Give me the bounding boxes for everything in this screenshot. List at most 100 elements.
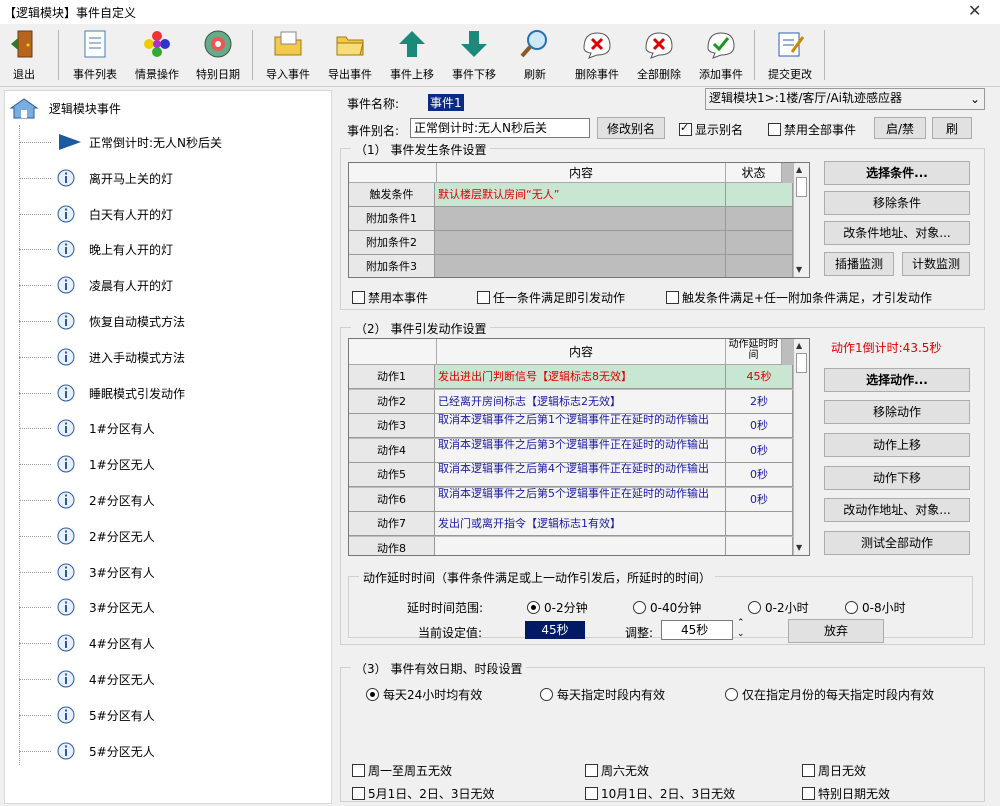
delete-event-button[interactable]: 删除事件 [565,28,629,84]
action-row-label[interactable]: 动作6 [349,487,435,512]
action-row-label[interactable]: 动作2 [349,389,435,414]
action-delay-cell[interactable]: 0秒 [726,463,793,487]
scene-operation-button[interactable]: 情景操作 [125,28,189,84]
range-0-8h-radio[interactable]: 0-8小时 [845,599,906,616]
action-delay-cell[interactable]: 0秒 [726,414,793,438]
test-all-actions-button[interactable]: 测试全部动作 [824,531,970,555]
tree-item[interactable]: 1#分区无人 [19,453,319,475]
module-select[interactable]: 逻辑模块1>:1楼/客厅/Ai轨迹感应器 ⌄ [705,88,985,110]
weekday-invalid-checkbox[interactable]: 周一至周五无效 [352,762,452,779]
tree-item[interactable]: 5#分区有人 [19,704,319,726]
valid-all-day-radio[interactable]: 每天24小时均有效 [366,686,482,703]
condition-content-cell[interactable] [435,207,726,231]
submit-changes-button[interactable]: 提交更改 [758,28,822,84]
scroll-thumb[interactable] [796,353,807,373]
tree-item[interactable]: 3#分区有人 [19,561,319,583]
tree-item[interactable]: 3#分区无人 [19,596,319,618]
tree-item[interactable]: 离开马上关的灯 [19,167,319,189]
actions-scrollbar[interactable]: ▲ ▼ [793,339,809,555]
disable-event-checkbox[interactable]: 禁用本事件 [352,289,428,306]
saturday-invalid-checkbox[interactable]: 周六无效 [585,762,649,779]
action-delay-cell[interactable]: 0秒 [726,487,793,512]
event-list-button[interactable]: 事件列表 [63,28,127,84]
add-event-button[interactable]: 添加事件 [689,28,753,84]
enable-disable-button[interactable]: 启/禁 [874,117,926,139]
condition-row-label[interactable]: 附加条件2 [349,231,435,255]
action-content-cell[interactable]: 发出门或离开指令【逻辑标志1有效】 [435,512,726,536]
action-delay-cell[interactable] [726,536,793,555]
refresh-small-button[interactable]: 刷 [932,117,972,139]
change-condition-address-button[interactable]: 改条件地址、对象... [824,221,970,245]
tree-item[interactable]: 白天有人开的灯 [19,203,319,225]
special-date-button[interactable]: 特别日期 [186,28,250,84]
action-delay-cell[interactable] [726,512,793,536]
condition-content-cell[interactable] [435,231,726,255]
action-row-label[interactable]: 动作1 [349,365,435,389]
remove-action-button[interactable]: 移除动作 [824,400,970,424]
show-alias-checkbox[interactable]: 显示别名 [679,121,743,138]
action-content-cell[interactable]: 取消本逻辑事件之后第4个逻辑事件正在延时的动作输出 [435,463,726,487]
action-content-cell[interactable]: 发出进出门判断信号【逻辑标志8无效】 [435,365,726,389]
condition-content-cell[interactable] [435,255,726,277]
actions-grid[interactable]: 内容 动作延时时间 动作1 发出进出门判断信号【逻辑标志8无效】 45秒 动作2 已经离… [348,338,810,556]
action-delay-cell[interactable]: 0秒 [726,438,793,463]
tree-item[interactable]: 2#分区有人 [19,489,319,511]
tree-item[interactable]: 4#分区无人 [19,668,319,690]
change-action-address-button[interactable]: 改动作地址、对象... [824,498,970,522]
action-content-cell[interactable]: 取消本逻辑事件之后第1个逻辑事件正在延时的动作输出 [435,414,726,438]
disable-all-events-checkbox[interactable]: 禁用全部事件 [768,121,856,138]
delete-all-button[interactable]: 全部删除 [627,28,691,84]
action-content-cell[interactable]: 已经离开房间标志【逻辑标志2无效】 [435,389,726,414]
export-event-button[interactable]: 导出事件 [318,28,382,84]
tree-root[interactable]: 逻辑模块事件 [9,97,121,119]
october-holiday-invalid-checkbox[interactable]: 10月1日、2日、3日无效 [585,785,735,802]
event-move-up-button[interactable]: 事件上移 [380,28,444,84]
tree-item[interactable]: 凌晨有人开的灯 [19,274,319,296]
any-condition-checkbox[interactable]: 任一条件满足即引发动作 [477,289,625,306]
may-holiday-invalid-checkbox[interactable]: 5月1日、2日、3日无效 [352,785,495,802]
tree-item[interactable]: 2#分区无人 [19,525,319,547]
adjust-input[interactable]: 45秒 [661,620,733,640]
action-row-label[interactable]: 动作4 [349,438,435,463]
action-row-label[interactable]: 动作7 [349,512,435,536]
remove-condition-button[interactable]: 移除条件 [824,191,970,215]
special-date-invalid-checkbox[interactable]: 特别日期无效 [802,785,890,802]
condition-content-cell[interactable]: 默认楼层默认房间“无人” [435,183,726,207]
action-delay-cell[interactable]: 2秒 [726,389,793,414]
action-content-cell[interactable]: 取消本逻辑事件之后第3个逻辑事件正在延时的动作输出 [435,438,726,463]
close-icon[interactable]: ✕ [968,1,981,20]
conditions-grid[interactable]: 内容 状态 触发条件 默认楼层默认房间“无人” 附加条件1 附加条件2 附加条件3 ▲ … [348,162,810,278]
range-0-2min-radio[interactable]: 0-2分钟 [527,599,588,616]
tree-item[interactable]: 睡眠模式引发动作 [19,382,319,404]
range-0-2h-radio[interactable]: 0-2小时 [748,599,809,616]
tree-item[interactable]: 恢复自动模式方法 [19,310,319,332]
action-row-label[interactable]: 动作8 [349,536,435,555]
scroll-thumb[interactable] [796,177,807,197]
action-move-up-button[interactable]: 动作上移 [824,433,970,457]
action-row-label[interactable]: 动作3 [349,414,435,438]
condition-row-label[interactable]: 触发条件 [349,183,435,207]
tree-item[interactable]: 晚上有人开的灯 [19,238,319,260]
refresh-button[interactable]: 刷新 [503,28,567,84]
select-condition-button[interactable]: 选择条件... [824,161,970,185]
tree-item[interactable]: 正常倒计时:无人N秒后关 [19,131,319,153]
select-action-button[interactable]: 选择动作... [824,368,970,392]
event-alias-input[interactable]: 正常倒计时:无人N秒后关 [410,118,590,138]
action-content-cell[interactable]: 取消本逻辑事件之后第5个逻辑事件正在延时的动作输出 [435,487,726,512]
trigger-plus-any-checkbox[interactable]: 触发条件满足+任一附加条件满足，才引发动作 [666,289,932,306]
action-move-down-button[interactable]: 动作下移 [824,466,970,490]
action-delay-cell[interactable]: 45秒 [726,365,793,389]
tree-item[interactable]: 4#分区有人 [19,632,319,654]
tree-item[interactable]: 进入手动模式方法 [19,346,319,368]
event-move-down-button[interactable]: 事件下移 [442,28,506,84]
sunday-invalid-checkbox[interactable]: 周日无效 [802,762,866,779]
adjust-spinner-icon[interactable]: ⌃ ⌄ [737,618,745,640]
range-0-40min-radio[interactable]: 0-40分钟 [633,599,701,616]
condition-row-label[interactable]: 附加条件1 [349,207,435,231]
discard-button[interactable]: 放弃 [788,619,884,643]
insert-monitor-button[interactable]: 插播监测 [824,252,894,276]
count-monitor-button[interactable]: 计数监测 [902,252,970,276]
valid-daily-period-radio[interactable]: 每天指定时段内有效 [540,686,665,703]
import-event-button[interactable]: 导入事件 [256,28,320,84]
valid-month-period-radio[interactable]: 仅在指定月份的每天指定时段内有效 [725,686,934,703]
